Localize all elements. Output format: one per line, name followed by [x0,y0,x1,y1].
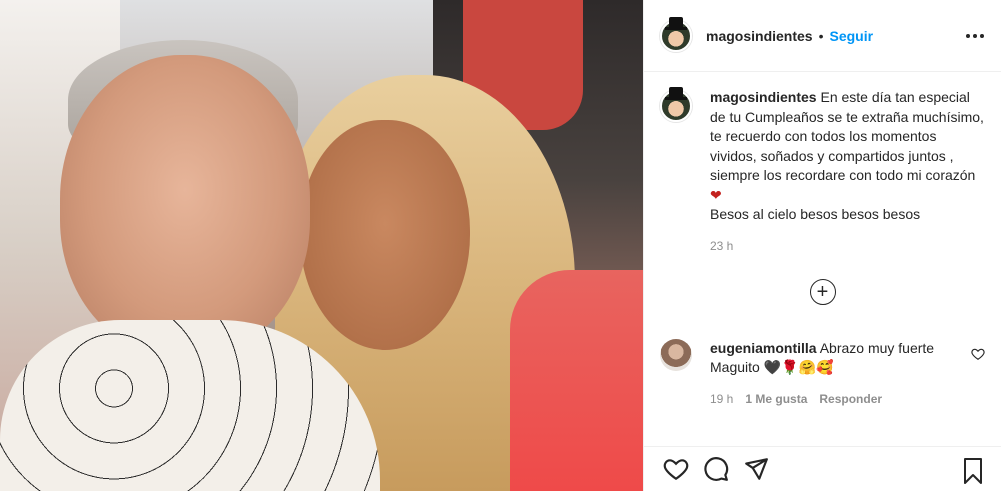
bookmark-icon[interactable] [953,451,993,491]
commenter-username[interactable]: eugeniamontilla [710,340,817,356]
post-header: magosindientes • Seguir [644,0,1001,72]
author-avatar[interactable] [660,16,692,52]
photo-woman-dress [510,270,643,491]
send-icon[interactable] [736,449,776,489]
more-options-icon[interactable] [963,24,987,48]
commenter-avatar[interactable] [660,338,692,371]
caption-avatar[interactable] [660,87,692,122]
caption-username[interactable]: magosindientes [710,89,817,105]
comment-text: eugeniamontilla Abrazo muy fuerte Maguit… [710,339,950,378]
post-actions [644,446,1001,491]
author-username[interactable]: magosindientes [706,28,813,44]
comment-like-icon[interactable] [971,347,985,361]
caption-text: magosindientes En este día tan especial … [710,88,985,225]
follow-button[interactable]: Seguir [830,28,874,44]
comment-meta: 19 h 1 Me gusta Responder [710,392,985,406]
heart-icon[interactable] [656,449,696,489]
caption-body-line2: Besos al cielo besos besos besos [710,206,921,222]
comment-item: eugeniamontilla Abrazo muy fuerte Maguit… [660,338,985,378]
separator-dot: • [818,27,824,44]
comment-timestamp[interactable]: 19 h [710,392,733,406]
post-photo[interactable] [0,0,643,491]
post-dialog: magosindientes • Seguir magosindientes E… [0,0,1001,491]
plus-circle-icon[interactable]: + [809,278,836,305]
post-side-panel: magosindientes • Seguir magosindientes E… [643,0,1001,491]
comment-icon[interactable] [696,449,736,489]
comment-likes[interactable]: 1 Me gusta [745,392,807,406]
caption-timestamp[interactable]: 23 h [710,239,985,253]
heart-emoji: ❤ [710,186,722,203]
photo-woman-face [300,120,470,350]
caption: magosindientes En este día tan especial … [660,87,985,225]
reply-button[interactable]: Responder [819,392,882,406]
photo-man-face [60,55,310,355]
comment-emojis: 🖤🌹🤗🥰 [763,359,834,375]
comments-list[interactable]: magosindientes En este día tan especial … [644,72,1001,446]
